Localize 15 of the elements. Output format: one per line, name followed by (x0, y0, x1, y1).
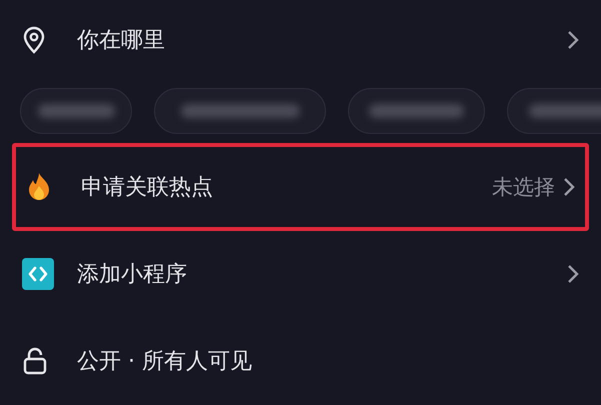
row-label[interactable]: 你在哪里 (77, 24, 567, 55)
blurred-chip[interactable] (20, 88, 132, 134)
row-value: 未选择 (492, 174, 555, 201)
link-icon (22, 258, 54, 290)
flame-icon (26, 172, 52, 202)
unlock-icon (22, 347, 48, 376)
chevron-right-icon[interactable] (567, 30, 579, 50)
chevron-right-icon[interactable] (563, 176, 575, 197)
blurred-chip[interactable] (348, 88, 485, 134)
location-pin-icon (22, 26, 46, 54)
row-label[interactable]: 公开 · 所有人可见 (77, 346, 579, 376)
row-label[interactable]: 申请关联热点 (81, 172, 492, 202)
row-label[interactable]: 添加小程序 (77, 259, 567, 290)
blurred-chip[interactable] (154, 88, 326, 134)
chevron-right-icon[interactable] (567, 264, 579, 284)
